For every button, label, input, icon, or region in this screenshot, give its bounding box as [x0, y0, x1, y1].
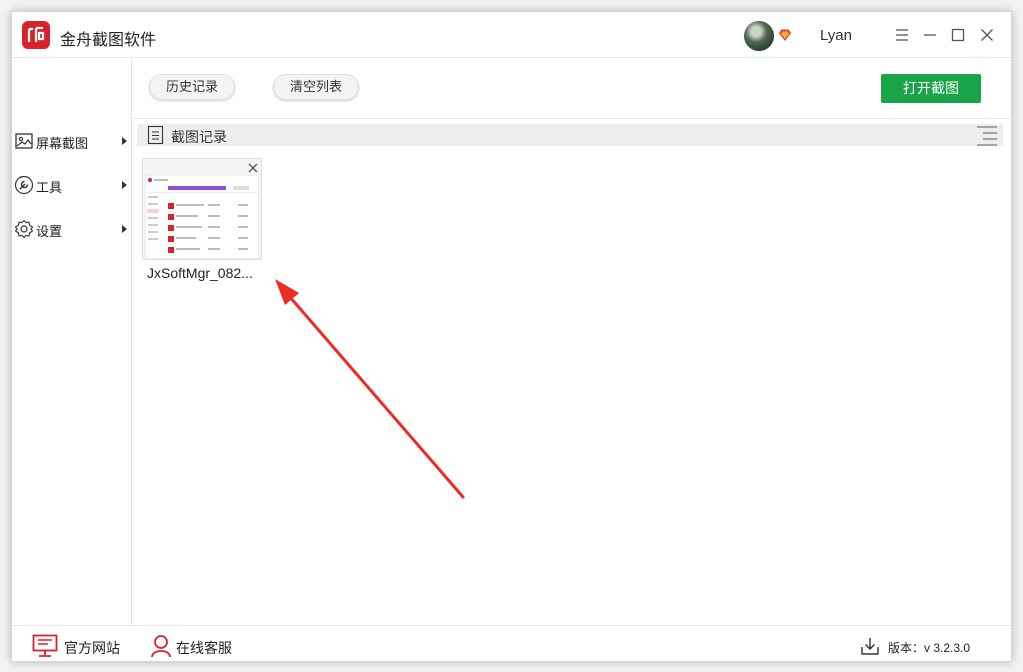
version-label: 版本：v 3.2.3.0	[888, 641, 971, 655]
sidebar-item-label: 工具	[36, 180, 63, 195]
app-logo-icon	[22, 21, 50, 49]
close-icon[interactable]	[977, 25, 997, 45]
close-icon[interactable]	[246, 161, 260, 175]
preview-image	[146, 176, 258, 258]
chevron-right-icon	[122, 225, 127, 233]
section-title: 截图记录	[171, 129, 227, 145]
download-icon	[861, 638, 879, 655]
open-screenshot-button[interactable]: 打开截图	[881, 74, 981, 103]
title-bar: 金舟截图软件 Lyan	[12, 12, 1011, 58]
website-label: 官方网站	[64, 640, 120, 656]
footer: 官方网站 在线客服 版本：v 3.2.3.0	[12, 625, 1011, 663]
list-icon	[147, 125, 164, 145]
user-service-icon	[151, 635, 171, 658]
app-title: 金舟截图软件	[60, 32, 157, 49]
screenshot-thumbnail[interactable]	[142, 158, 262, 260]
gear-icon	[14, 219, 34, 239]
chevron-right-icon	[122, 137, 127, 145]
monitor-icon	[32, 634, 58, 657]
minimize-icon[interactable]	[920, 25, 940, 45]
clear-list-button[interactable]: 清空列表	[273, 74, 360, 100]
view-mode-icon[interactable]	[975, 125, 999, 147]
section-header: 截图记录	[137, 124, 1003, 146]
thumbnail-filename: JxSoftMgr_082...	[147, 265, 253, 281]
wrench-icon	[14, 175, 34, 195]
avatar[interactable]	[744, 21, 774, 51]
online-support-link[interactable]: 在线客服	[148, 634, 248, 658]
sidebar-item-label: 屏幕截图	[36, 136, 89, 151]
image-icon	[15, 133, 33, 149]
sidebar-item-screenshot[interactable]: 屏幕截图	[12, 129, 132, 153]
history-button[interactable]: 历史记录	[149, 74, 236, 100]
vip-diamond-icon[interactable]	[778, 28, 792, 42]
sidebar-item-settings[interactable]: 设置	[12, 217, 132, 241]
sidebar-item-tools[interactable]: 工具	[12, 173, 132, 197]
app-window: 金舟截图软件 Lyan 屏幕截图 工具 设置 历史记录 清空列表 打开截图 截图…	[11, 11, 1013, 663]
sidebar: 屏幕截图 工具 设置	[12, 59, 132, 625]
toolbar: 历史记录 清空列表 打开截图	[133, 59, 1013, 119]
sidebar-item-label: 设置	[36, 224, 63, 239]
menu-icon[interactable]	[892, 25, 912, 45]
maximize-icon[interactable]	[948, 25, 968, 45]
chevron-right-icon	[122, 181, 127, 189]
thumbnail-preview	[145, 175, 259, 259]
support-label: 在线客服	[176, 640, 232, 656]
official-website-link[interactable]: 官方网站	[32, 634, 132, 658]
annotation-arrow	[275, 279, 465, 499]
username[interactable]: Lyan	[820, 27, 852, 44]
main-panel: 历史记录 清空列表 打开截图 截图记录 JxSoftMgr_082...	[133, 59, 1013, 625]
